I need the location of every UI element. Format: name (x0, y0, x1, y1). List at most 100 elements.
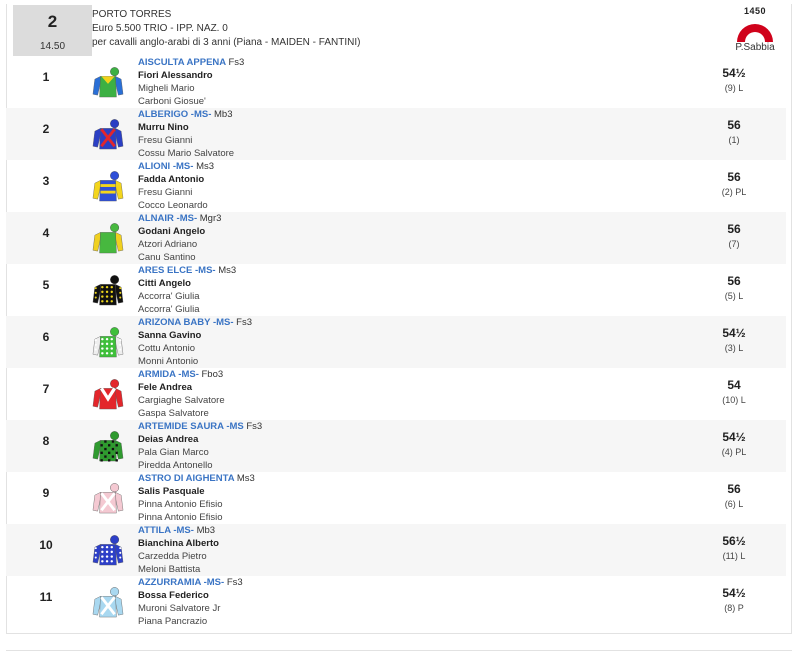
runner-details: ARTEMIDE SAURA -MS Fs3 Deias Andrea Pala… (138, 420, 262, 472)
runner-row[interactable]: 1 AISCULTA APPENA Fs3 Fiori Alessandro M… (6, 56, 786, 108)
horse-name-link[interactable]: ALBERIGO -MS- (138, 109, 211, 120)
jockey-silks-icon (92, 221, 124, 255)
runner-draw: (9) L (724, 83, 744, 93)
trainer-name: Fresu Gianni (138, 135, 193, 146)
runner-weight: 56 (727, 222, 741, 236)
horse-name-link[interactable]: ALIONI -MS- (138, 161, 193, 172)
horse-name-link[interactable]: ASTRO DI AIGHENTA (138, 473, 234, 484)
trainer-name: Carzedda Pietro (138, 551, 207, 562)
race-number-box[interactable]: 2 14.50 (13, 5, 92, 56)
runner-weight: 54½ (722, 66, 746, 80)
runner-row[interactable]: 7 ARMIDA -MS- Fbo3 Fele Andrea Cargiaghe… (6, 368, 786, 420)
owner-name: Pinna Antonio Efisio (138, 512, 223, 523)
runner-number: 8 (42, 434, 50, 448)
trainer-name: Cargiaghe Salvatore (138, 395, 225, 406)
runner-weight: 56 (727, 170, 741, 184)
horse-name-link[interactable]: ARMIDA -MS- (138, 369, 199, 380)
runner-number: 7 (42, 382, 50, 396)
runner-number: 2 (42, 122, 50, 136)
owner-name: Canu Santino (138, 252, 196, 263)
runner-row[interactable]: 3 ALIONI -MS- Ms3 Fadda Antonio Fresu Gi… (6, 160, 786, 212)
owner-name: Cossu Mario Salvatore (138, 148, 235, 159)
race-conditions: per cavalli anglo-arabi di 3 anni (Piana… (92, 37, 361, 48)
runner-details: ARIZONA BABY -MS- Fs3 Sanna Gavino Cottu… (138, 316, 252, 368)
runner-number: 3 (42, 174, 50, 188)
runner-row[interactable]: 10 ATTILA -MS- Mb3 Bianchina Alberto Car… (6, 524, 786, 576)
runner-row[interactable]: 2 ALBERIGO -MS- Mb3 Murru Nino Fresu Gia… (6, 108, 786, 160)
track-badge: 1450 P.Sabbia (730, 4, 780, 54)
race-prize: Euro 5.500 TRIO - IPP. NAZ. 0 (92, 23, 228, 34)
jockey-name: Bianchina Alberto (138, 538, 219, 549)
horse-tag: Ms3 (236, 473, 255, 484)
runner-details: ALNAIR -MS- Mgr3 Godani Angelo Atzori Ad… (138, 212, 221, 264)
runner-row[interactable]: 8 ARTEMIDE SAURA -MS Fs3 Deias Andrea Pa… (6, 420, 786, 472)
jockey-name: Fele Andrea (138, 382, 193, 393)
runner-row[interactable]: 4 ALNAIR -MS- Mgr3 Godani Angelo Atzori … (6, 212, 786, 264)
jockey-silks-icon (92, 117, 124, 151)
runner-number: 4 (42, 226, 50, 240)
jockey-name: Citti Angelo (138, 278, 191, 289)
horse-tag: Mb3 (214, 109, 233, 120)
runner-draw: (4) PL (721, 447, 747, 457)
trainer-name: Atzori Adriano (138, 239, 198, 250)
runner-weight: 54½ (722, 430, 746, 444)
horse-name-link[interactable]: ATTILA -MS- (138, 525, 194, 536)
horse-name-link[interactable]: ARIZONA BABY -MS- (138, 317, 234, 328)
horse-name-link[interactable]: ARES ELCE -MS- (138, 265, 216, 276)
jockey-silks-icon (92, 273, 124, 307)
runner-row[interactable]: 6 ARIZONA BABY -MS- Fs3 Sanna Gavino Cot… (6, 316, 786, 368)
race-info: PORTO TORRES Euro 5.500 TRIO - IPP. NAZ.… (92, 8, 360, 50)
jockey-silks-icon (92, 585, 124, 619)
owner-name: Carboni Giosue' (138, 96, 206, 107)
race-number: 2 (47, 12, 58, 31)
trainer-name: Migheli Mario (138, 83, 195, 94)
runner-draw: (7) (728, 239, 740, 249)
owner-name: Piredda Antonello (138, 460, 213, 471)
runner-number: 9 (42, 486, 50, 500)
jockey-name: Deias Andrea (138, 434, 199, 445)
runner-number: 1 (42, 70, 50, 84)
runner-details: ARES ELCE -MS- Ms3 Citti Angelo Accorra'… (138, 264, 236, 316)
jockey-name: Sanna Gavino (138, 330, 202, 341)
jockey-name: Murru Nino (138, 122, 189, 133)
jockey-name: Bossa Federico (138, 590, 209, 601)
runner-weight: 56½ (722, 534, 746, 548)
owner-name: Meloni Battista (138, 564, 201, 575)
runner-weight: 54 (727, 378, 741, 392)
runner-draw: (1) (728, 135, 740, 145)
owner-name: Cocco Leonardo (138, 200, 208, 211)
race-header: 2 14.50 PORTO TORRES Euro 5.500 TRIO - I… (6, 0, 786, 56)
horse-name-link[interactable]: AISCULTA APPENA (138, 57, 226, 68)
jockey-silks-icon (92, 65, 124, 99)
horse-name-link[interactable]: AZZURRAMIA -MS- (138, 577, 224, 588)
trainer-name: Cottu Antonio (138, 343, 196, 354)
horse-tag: Fs3 (228, 57, 245, 68)
trainer-name: Fresu Gianni (138, 187, 193, 198)
horse-tag: Fs3 (226, 577, 243, 588)
runner-details: ASTRO DI AIGHENTA Ms3 Salis Pasquale Pin… (138, 472, 255, 524)
runner-row[interactable]: 9 ASTRO DI AIGHENTA Ms3 Salis Pasquale P… (6, 472, 786, 524)
runner-draw: (2) PL (721, 187, 747, 197)
owner-name: Monni Antonio (138, 356, 199, 367)
track-oval-icon (737, 24, 773, 42)
horse-name-link[interactable]: ARTEMIDE SAURA -MS (138, 421, 244, 432)
horse-tag: Fbo3 (201, 369, 224, 380)
runner-details: ARMIDA -MS- Fbo3 Fele Andrea Cargiaghe S… (138, 368, 225, 420)
owner-name: Piana Pancrazio (138, 616, 208, 627)
horse-tag: Fs3 (236, 317, 253, 328)
runner-draw: (5) L (724, 291, 744, 301)
jockey-silks-icon (92, 325, 124, 359)
runner-number: 10 (39, 538, 53, 552)
horse-name-link[interactable]: ALNAIR -MS- (138, 213, 197, 224)
runner-number: 6 (42, 330, 50, 344)
runner-details: ALIONI -MS- Ms3 Fadda Antonio Fresu Gian… (138, 160, 214, 212)
runner-draw: (6) L (724, 499, 744, 509)
runner-row[interactable]: 11 AZZURRAMIA -MS- Fs3 Bossa Federico Mu… (6, 576, 786, 628)
jockey-silks-icon (92, 481, 124, 515)
jockey-silks-icon (92, 377, 124, 411)
runner-details: ALBERIGO -MS- Mb3 Murru Nino Fresu Giann… (138, 108, 234, 160)
runner-draw: (10) L (722, 395, 746, 405)
runner-number: 11 (39, 590, 53, 604)
runner-row[interactable]: 5 ARES ELCE -MS- Ms3 Citti Angelo Accorr… (6, 264, 786, 316)
runner-details: AISCULTA APPENA Fs3 Fiori Alessandro Mig… (138, 56, 244, 108)
